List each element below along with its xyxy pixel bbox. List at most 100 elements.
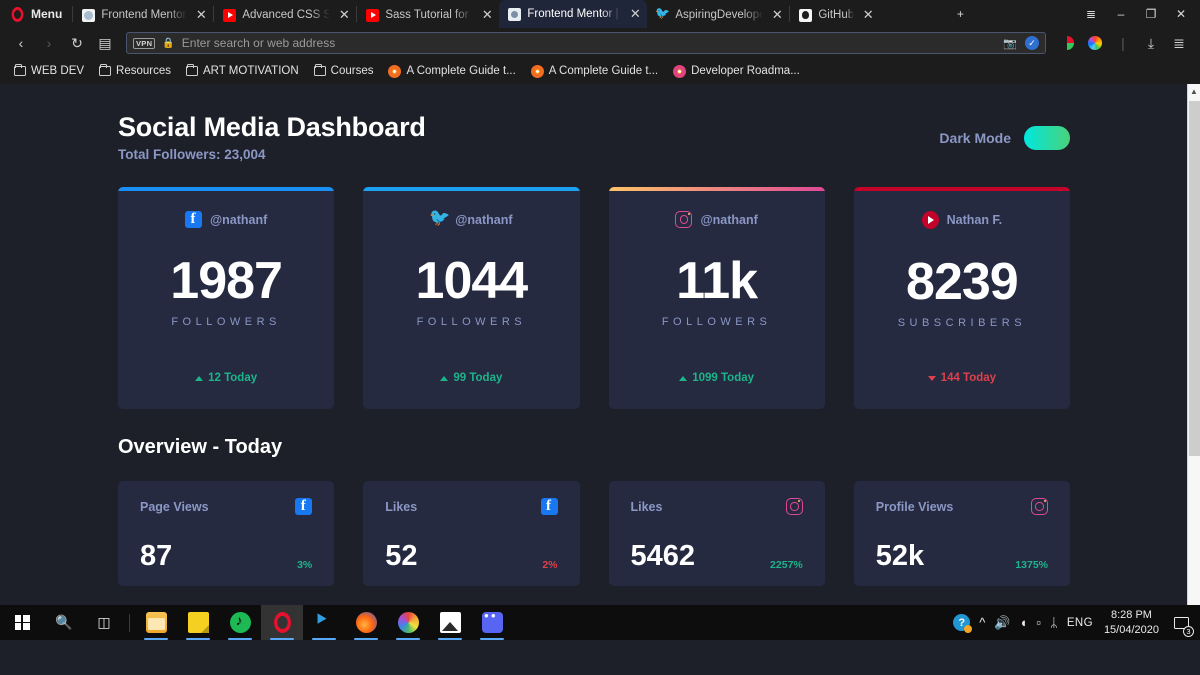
overview-card-header: Profile Views xyxy=(876,498,1048,515)
paint-icon xyxy=(397,612,419,633)
browser-tab-5[interactable]: GitHub ✕ xyxy=(790,2,945,28)
instagram-icon xyxy=(1031,498,1048,515)
battery-icon[interactable]: ▫ xyxy=(1036,615,1041,630)
tab-favicon-github xyxy=(799,8,813,22)
tab-close-icon[interactable]: ✕ xyxy=(627,6,643,22)
photos-icon xyxy=(439,612,461,633)
card-account: Nathan F. xyxy=(921,211,1002,229)
address-input[interactable]: Enter search or web address xyxy=(182,36,994,50)
bookmarks-bar: WEB DEV Resources ART MOTIVATION Courses… xyxy=(0,58,1200,84)
overview-card-likes-facebook[interactable]: Likes 52 2% xyxy=(363,481,580,586)
task-view-icon[interactable]: ◫ xyxy=(84,605,124,640)
page-scrollbar[interactable]: ▲ ▼ xyxy=(1187,84,1200,640)
shield-icon[interactable]: ✓ xyxy=(1025,36,1039,50)
tab-strip: Menu Frontend Mentor | Base ✕ Advanced C… xyxy=(0,0,1200,28)
back-icon[interactable]: ‹ xyxy=(8,31,34,55)
show-hidden-icons-chevron-icon[interactable]: ^ xyxy=(979,615,985,630)
reload-icon[interactable]: ↻ xyxy=(64,31,90,55)
dark-mode-control[interactable]: Dark Mode xyxy=(939,126,1070,150)
account-handle: @nathanf xyxy=(700,212,758,227)
bookmark-art-motivation[interactable]: ART MOTIVATION xyxy=(180,63,305,79)
bookmark-complete-guide-2[interactable]: A Complete Guide t... xyxy=(525,63,664,80)
tab-favicon-youtube xyxy=(223,8,237,22)
tab-title: Frontend Mentor | Base xyxy=(101,9,187,21)
tab-close-icon[interactable]: ✕ xyxy=(336,7,352,23)
overview-metric-delta: 2257% xyxy=(761,559,803,571)
folder-icon xyxy=(14,63,26,76)
follower-card-instagram[interactable]: @nathanf 11k FOLLOWERS 1099 Today xyxy=(608,187,825,409)
tab-list-icon[interactable]: ≣ xyxy=(1076,0,1106,28)
overview-metric-value: 52k xyxy=(875,540,925,572)
volume-icon[interactable]: 🔊 xyxy=(994,615,1010,631)
easy-setup-icon[interactable]: ≣ xyxy=(1166,31,1192,55)
follower-card-facebook[interactable]: @nathanf 1987 FOLLOWERS 12 Today xyxy=(118,187,335,409)
bookmark-web-dev[interactable]: WEB DEV xyxy=(8,63,90,79)
browser-tab-3-active[interactable]: Frontend Mentor | [Cha ✕ xyxy=(499,0,648,28)
browser-tab-2[interactable]: Sass Tutorial for Beginn ✕ xyxy=(357,2,499,28)
browser-tab-4[interactable]: AspiringDeveloper on T ✕ xyxy=(647,2,789,28)
wifi-icon[interactable]: ◖ xyxy=(1020,615,1028,630)
extension-colorwheel-icon[interactable] xyxy=(1082,31,1108,55)
windows-logo-icon xyxy=(14,615,30,630)
forward-icon[interactable]: › xyxy=(36,31,62,55)
search-icon[interactable]: 🔍 xyxy=(44,605,84,640)
opera-logo-icon xyxy=(11,6,24,22)
maximize-button[interactable]: ❐ xyxy=(1136,0,1166,28)
overview-metric-title: Likes xyxy=(385,499,418,514)
scrollbar-thumb[interactable] xyxy=(1189,101,1200,456)
language-indicator[interactable]: ENG xyxy=(1067,617,1093,629)
bookmark-complete-guide-1[interactable]: A Complete Guide t... xyxy=(382,63,521,80)
bluetooth-icon[interactable]: ᛦ xyxy=(1050,615,1058,630)
opera-menu-button[interactable]: Menu xyxy=(4,0,72,28)
taskbar-app-vs-code[interactable] xyxy=(303,605,345,640)
follower-card-youtube[interactable]: Nathan F. 8239 SUBSCRIBERS 144 Today xyxy=(853,187,1070,409)
extension-opera-icon[interactable] xyxy=(1054,31,1080,55)
vpn-badge[interactable]: VPN xyxy=(133,37,156,49)
snapshot-camera-icon[interactable]: 📷 xyxy=(1001,31,1019,55)
start-button[interactable] xyxy=(0,605,44,640)
taskbar-app-sticky-notes[interactable] xyxy=(177,605,219,640)
notification-center-button[interactable]: 3 xyxy=(1170,612,1194,637)
follower-cards: @nathanf 1987 FOLLOWERS 12 Today @nathan… xyxy=(118,187,1070,409)
taskbar-app-paint[interactable] xyxy=(387,605,429,640)
overview-card-page-views-facebook[interactable]: Page Views 87 3% xyxy=(118,481,335,586)
dark-mode-toggle[interactable] xyxy=(1024,126,1070,150)
taskbar-app-spotify[interactable] xyxy=(219,605,261,640)
tab-close-icon[interactable]: ✕ xyxy=(479,7,495,23)
follower-delta: 99 Today xyxy=(440,372,502,384)
taskbar-app-file-explorer[interactable] xyxy=(135,605,177,640)
close-window-button[interactable]: ✕ xyxy=(1166,0,1196,28)
delta-text: 2257% xyxy=(770,559,803,571)
tab-close-icon[interactable]: ✕ xyxy=(193,7,209,23)
bookmark-resources[interactable]: Resources xyxy=(93,63,177,79)
scroll-up-icon[interactable]: ▲ xyxy=(1188,84,1200,99)
follower-count: 1044 xyxy=(415,252,529,310)
app-running-underline xyxy=(396,637,420,640)
subscriber-count: 8239 xyxy=(906,253,1019,311)
firefox-icon xyxy=(355,612,377,633)
bookmark-courses[interactable]: Courses xyxy=(308,63,380,79)
tab-close-icon[interactable]: ✕ xyxy=(860,7,876,23)
bookmark-developer-roadmap[interactable]: Developer Roadma... xyxy=(667,63,806,80)
taskbar-app-firefox[interactable] xyxy=(345,605,387,640)
minimize-button[interactable]: – xyxy=(1106,0,1136,28)
tab-close-icon[interactable]: ✕ xyxy=(769,7,785,23)
clock[interactable]: 8:28 PM 15/04/2020 xyxy=(1102,608,1161,636)
help-icon[interactable]: ? xyxy=(953,614,973,633)
bookmark-label: WEB DEV xyxy=(31,65,85,77)
taskbar-app-opera[interactable] xyxy=(261,605,303,640)
address-bar[interactable]: VPN 🔒 Enter search or web address 📷 ✓ xyxy=(126,32,1046,54)
new-tab-button[interactable]: + xyxy=(945,0,975,28)
window-controls: ≣ – ❐ ✕ xyxy=(1076,0,1200,28)
browser-tab-0[interactable]: Frontend Mentor | Base ✕ xyxy=(73,2,213,28)
browser-tab-1[interactable]: Advanced CSS Selectors ✕ xyxy=(214,2,356,28)
downloads-icon[interactable]: ⤓ xyxy=(1138,31,1164,55)
taskbar-app-photos[interactable] xyxy=(429,605,471,640)
overview-card-likes-instagram[interactable]: Likes 5462 2257% xyxy=(608,481,825,586)
clock-time: 8:28 PM xyxy=(1110,609,1152,622)
overview-card-profile-views-instagram[interactable]: Profile Views 52k 1375% xyxy=(853,481,1070,586)
follower-card-twitter[interactable]: @nathanf 1044 FOLLOWERS 99 Today xyxy=(363,187,580,409)
taskbar-app-discord[interactable] xyxy=(471,605,513,640)
speed-dial-icon[interactable]: ▤ xyxy=(92,31,118,55)
tab-favicon-twitter xyxy=(655,6,670,22)
